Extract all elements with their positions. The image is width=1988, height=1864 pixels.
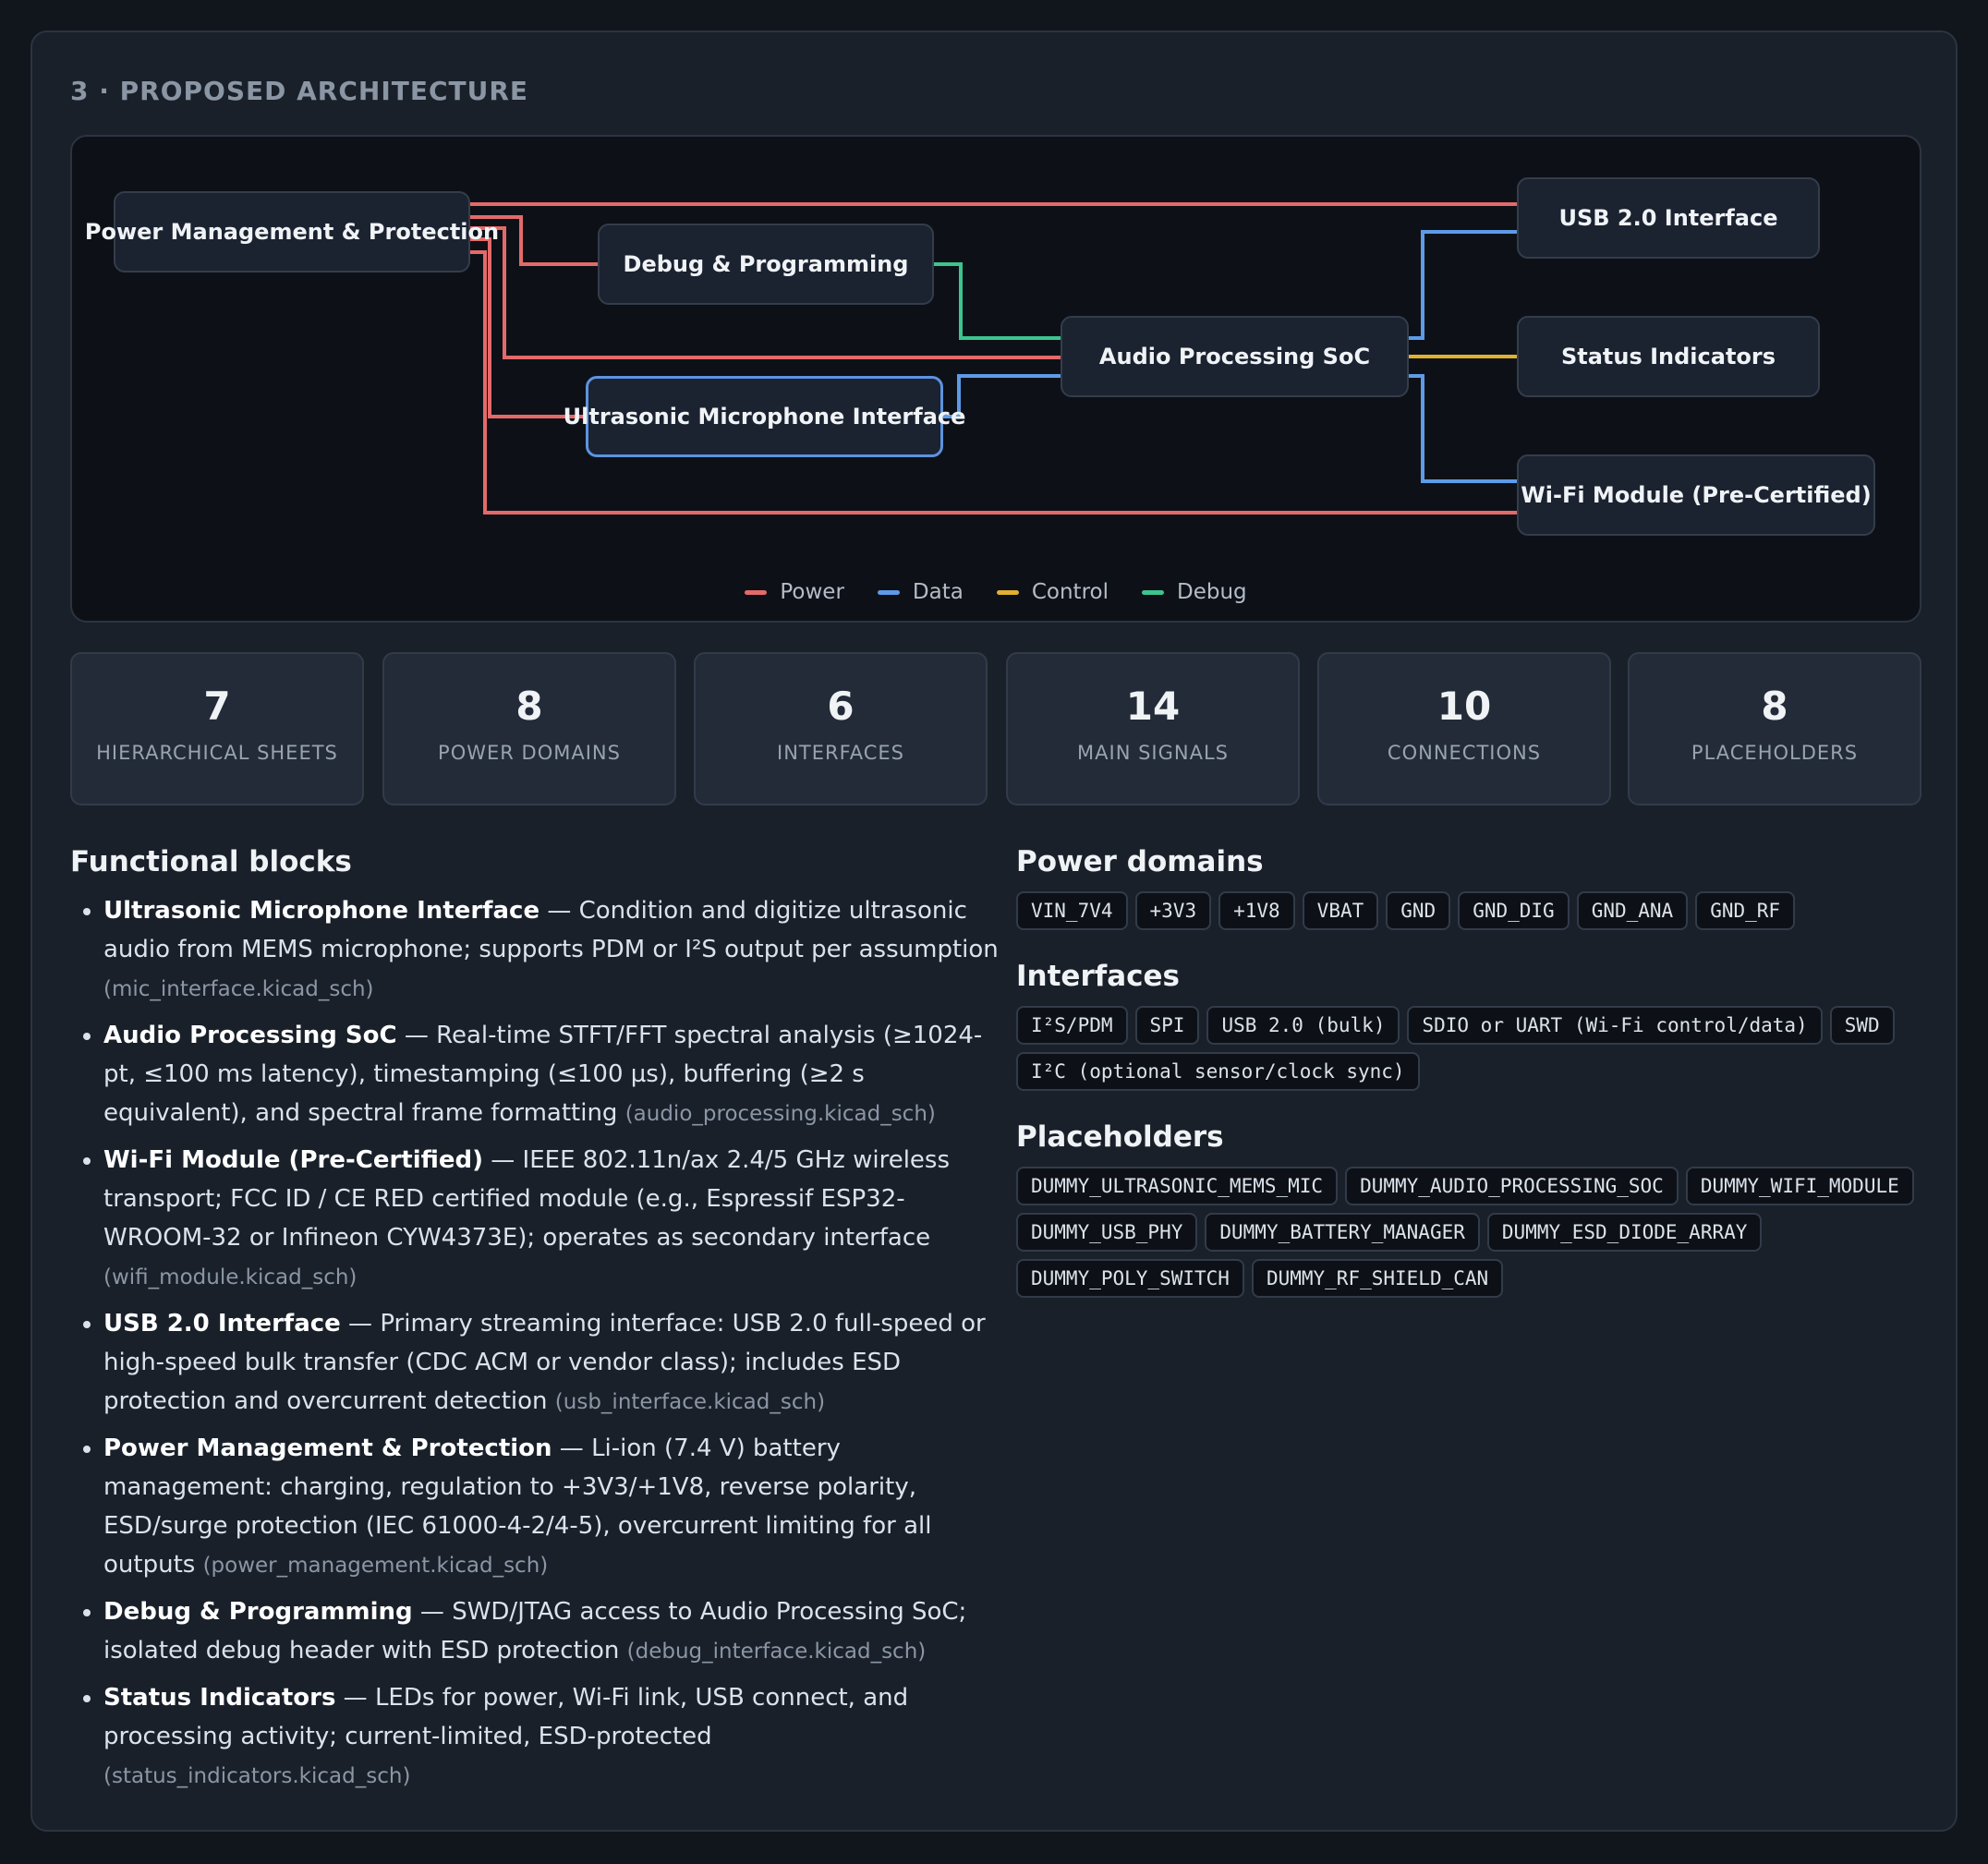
power-domain-tag: GND_RF <box>1695 891 1796 930</box>
placeholder-tag: DUMMY_POLY_SWITCH <box>1016 1259 1244 1298</box>
stat-label: PLACEHOLDERS <box>1691 742 1859 764</box>
stat-label: INTERFACES <box>777 742 904 764</box>
list-item: Debug & Programming — SWD/JTAG access to… <box>103 1592 1003 1671</box>
stat-hierarchical-sheets: 7 HIERARCHICAL SHEETS <box>70 652 364 805</box>
stat-placeholders: 8 PLACEHOLDERS <box>1628 652 1921 805</box>
list-item: Wi-Fi Module (Pre-Certified) — IEEE 802.… <box>103 1141 1003 1297</box>
power-domains-heading: Power domains <box>1016 845 1264 878</box>
block-file: (audio_processing.kicad_sch) <box>624 1102 936 1126</box>
architecture-panel: 3 · PROPOSED ARCHITECTURE Power Manageme… <box>30 30 1958 1832</box>
stat-value: 14 <box>1125 684 1181 729</box>
legend-data-label: Data <box>912 580 964 604</box>
legend-debug-label: Debug <box>1176 580 1247 604</box>
block-file: (wifi_module.kicad_sch) <box>103 1265 358 1289</box>
power-domain-tag: VBAT <box>1302 891 1379 930</box>
debug-line-soc <box>934 262 1061 340</box>
interface-tag: I²S/PDM <box>1016 1006 1128 1045</box>
interface-tag: USB 2.0 (bulk) <box>1206 1006 1400 1045</box>
diagram-legend: Power Data Control Debug <box>72 580 1920 604</box>
block-name: Wi-Fi Module (Pre-Certified) <box>103 1146 484 1174</box>
stat-value: 6 <box>827 684 855 729</box>
section-title: 3 · PROPOSED ARCHITECTURE <box>70 76 529 106</box>
legend-data: Data <box>877 580 964 604</box>
data-line-usb <box>1409 230 1517 340</box>
stat-value: 7 <box>203 684 231 729</box>
legend-control-swatch <box>996 589 1019 595</box>
power-domain-tag: +3V3 <box>1134 891 1212 930</box>
interface-tags: I²S/PDM SPI USB 2.0 (bulk) SDIO or UART … <box>1016 1006 1940 1091</box>
power-domain-tag: +1V8 <box>1218 891 1295 930</box>
legend-power-swatch <box>745 589 768 595</box>
block-name: USB 2.0 Interface <box>103 1310 341 1337</box>
legend-power: Power <box>745 580 844 604</box>
stat-interfaces: 6 INTERFACES <box>694 652 988 805</box>
architecture-diagram: Power Management & Protection Debug & Pr… <box>70 135 1921 623</box>
stat-label: POWER DOMAINS <box>438 742 621 764</box>
placeholder-tag: DUMMY_WIFI_MODULE <box>1685 1167 1914 1205</box>
functional-blocks-heading: Functional blocks <box>70 845 352 878</box>
stat-value: 10 <box>1436 684 1492 729</box>
stat-label: MAIN SIGNALS <box>1077 742 1229 764</box>
block-name: Audio Processing SoC <box>103 1022 397 1049</box>
legend-control: Control <box>996 580 1109 604</box>
functional-blocks-list: Ultrasonic Microphone Interface — Condit… <box>70 891 1003 1796</box>
placeholders-heading: Placeholders <box>1016 1120 1224 1154</box>
power-domain-tag: GND <box>1386 891 1451 930</box>
interface-tag: I²C (optional sensor/clock sync) <box>1016 1052 1420 1091</box>
block-name: Status Indicators <box>103 1684 336 1712</box>
list-item: USB 2.0 Interface — Primary streaming in… <box>103 1304 1003 1422</box>
interfaces-heading: Interfaces <box>1016 960 1180 993</box>
stat-value: 8 <box>515 684 543 729</box>
power-domain-tag: GND_DIG <box>1458 891 1570 930</box>
placeholder-tag: DUMMY_RF_SHIELD_CAN <box>1251 1259 1504 1298</box>
node-debug-programming[interactable]: Debug & Programming <box>598 224 934 305</box>
list-item: Power Management & Protection — Li-ion (… <box>103 1429 1003 1585</box>
legend-control-label: Control <box>1031 580 1109 604</box>
power-domain-tag: VIN_7V4 <box>1016 891 1128 930</box>
legend-debug-swatch <box>1141 589 1164 595</box>
power-domain-tag: GND_ANA <box>1576 891 1689 930</box>
placeholder-tag: DUMMY_BATTERY_MANAGER <box>1205 1213 1480 1252</box>
block-file: (debug_interface.kicad_sch) <box>626 1640 927 1664</box>
node-status-indicators[interactable]: Status Indicators <box>1517 316 1820 397</box>
data-line-wifi <box>1409 374 1517 483</box>
node-ultrasonic-mic[interactable]: Ultrasonic Microphone Interface <box>564 376 965 457</box>
stat-main-signals: 14 MAIN SIGNALS <box>1006 652 1300 805</box>
list-item: Status Indicators — LEDs for power, Wi-F… <box>103 1678 1003 1796</box>
placeholder-tag: DUMMY_USB_PHY <box>1016 1213 1198 1252</box>
stat-connections: 10 CONNECTIONS <box>1317 652 1611 805</box>
node-audio-soc[interactable]: Audio Processing SoC <box>1061 316 1409 397</box>
placeholder-tag: DUMMY_ULTRASONIC_MEMS_MIC <box>1016 1167 1339 1205</box>
node-power-management[interactable]: Power Management & Protection <box>85 191 499 272</box>
list-item: Audio Processing SoC — Real-time STFT/FF… <box>103 1016 1003 1133</box>
functional-blocks-section: Functional blocks Ultrasonic Microphone … <box>70 845 1003 1803</box>
placeholder-tag: DUMMY_AUDIO_PROCESSING_SOC <box>1345 1167 1679 1205</box>
block-file: (usb_interface.kicad_sch) <box>554 1390 826 1414</box>
block-name: Ultrasonic Microphone Interface <box>103 897 540 925</box>
legend-data-swatch <box>877 589 900 595</box>
stat-value: 8 <box>1761 684 1788 729</box>
power-domain-tags: VIN_7V4 +3V3 +1V8 VBAT GND GND_DIG GND_A… <box>1016 891 1940 930</box>
placeholder-tag: DUMMY_ESD_DIODE_ARRAY <box>1486 1213 1763 1252</box>
stat-label: CONNECTIONS <box>1387 742 1542 764</box>
block-name: Power Management & Protection <box>103 1434 552 1462</box>
block-name: Debug & Programming <box>103 1598 413 1626</box>
stat-label: HIERARCHICAL SHEETS <box>96 742 338 764</box>
interface-tag: SDIO or UART (Wi-Fi control/data) <box>1407 1006 1823 1045</box>
legend-power-label: Power <box>780 580 844 604</box>
block-file: (mic_interface.kicad_sch) <box>103 977 374 1001</box>
list-item: Ultrasonic Microphone Interface — Condit… <box>103 891 1003 1009</box>
node-wifi-module[interactable]: Wi-Fi Module (Pre-Certified) <box>1517 454 1875 536</box>
block-file: (power_management.kicad_sch) <box>202 1554 549 1578</box>
stat-power-domains: 8 POWER DOMAINS <box>382 652 676 805</box>
legend-debug: Debug <box>1141 580 1247 604</box>
interface-tag: SWD <box>1829 1006 1895 1045</box>
block-file: (status_indicators.kicad_sch) <box>103 1764 411 1788</box>
interface-tag: SPI <box>1134 1006 1200 1045</box>
placeholder-tags: DUMMY_ULTRASONIC_MEMS_MIC DUMMY_AUDIO_PR… <box>1016 1167 1940 1298</box>
details-column: Power domains VIN_7V4 +3V3 +1V8 VBAT GND… <box>1016 845 1940 1327</box>
node-usb-interface[interactable]: USB 2.0 Interface <box>1517 177 1820 259</box>
